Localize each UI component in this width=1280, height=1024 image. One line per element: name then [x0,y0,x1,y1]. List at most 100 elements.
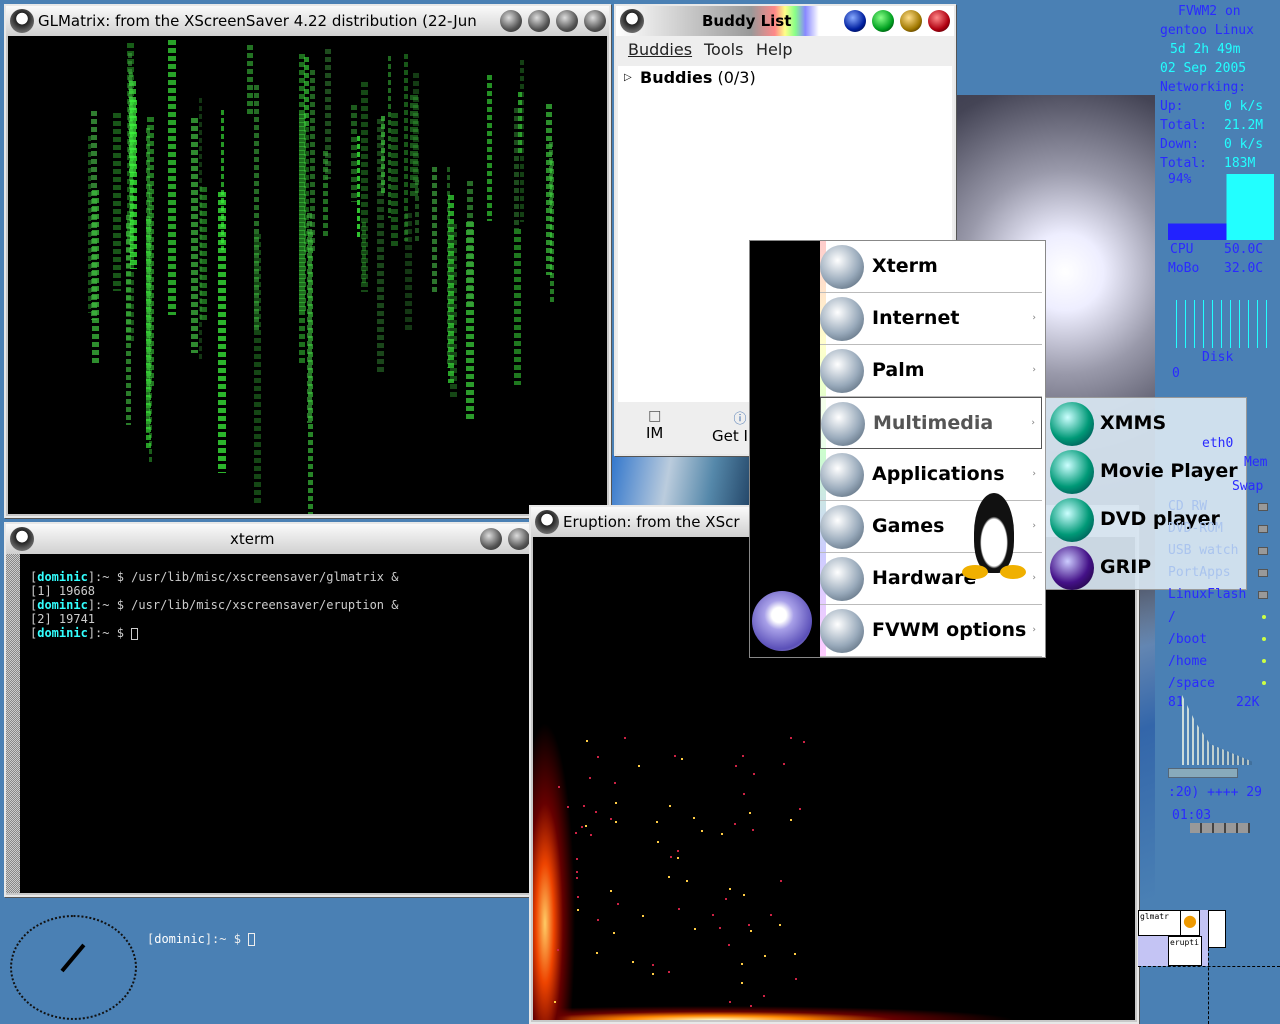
tux-icon[interactable] [620,9,644,33]
eruption-particle [615,801,617,804]
expander-icon[interactable]: ▷ [624,72,632,83]
xmms-volume-slider[interactable] [1168,768,1238,778]
xterm-titlebar[interactable]: xterm [6,524,532,554]
get-info-button[interactable]: ⓘ Get I [712,408,748,445]
maximize-button[interactable] [900,10,922,32]
eruption-particle [782,763,785,766]
eruption-particle [780,880,783,883]
eruption-particle [670,856,673,859]
tux-icon[interactable] [535,510,559,534]
mount-button[interactable] [1258,503,1268,511]
menu-item-internet[interactable]: Internet › [820,293,1042,345]
eruption-particle [575,857,578,860]
xmms-song-title: :20) ++++ 29 [1168,785,1262,800]
eruption-particle [616,903,619,906]
desktop-pager[interactable]: glmatr ● erupti [1138,910,1208,966]
pager-divider [1208,948,1209,1024]
buddies-group[interactable]: Buddies (0/3) [640,68,756,87]
xmms-controls[interactable] [1190,823,1250,833]
maximize-button[interactable] [556,10,578,32]
mount-button[interactable] [1258,569,1268,577]
eruption-particle [764,955,767,958]
eruption-particle [613,781,616,784]
eruption-particle [734,823,737,826]
menu-help[interactable]: Help [756,36,792,64]
prompt-symbol: :~ $ [95,598,132,612]
terminal-output[interactable]: [dominic]:~ $ /usr/lib/misc/xscreensaver… [20,554,530,893]
eruption-particle [743,793,746,796]
grip-icon [1050,546,1094,590]
eruption-particle [610,818,613,821]
eruption-particle [763,994,766,997]
iconify-button[interactable] [844,10,866,32]
pager-window-eruption[interactable]: erupti [1168,936,1202,966]
shade-button[interactable] [508,528,530,550]
im-button[interactable]: □ IM [646,408,663,442]
menu-item-fvwm-options[interactable]: FVWM options › [820,605,1042,657]
fvwm-icon [820,609,864,653]
iconify-button[interactable] [480,528,502,550]
close-button[interactable] [584,10,606,32]
iconify-button[interactable] [500,10,522,32]
glmatrix-window[interactable]: GLMatrix: from the XScreenSaver 4.22 dis… [4,4,611,518]
desktop-prompt[interactable]: [dominic]:~ $ [147,932,256,946]
eruption-particle [740,981,743,984]
pager-divider [1138,966,1280,967]
xterm-window[interactable]: xterm [dominic]:~ $ /usr/lib/misc/xscree… [4,522,534,897]
mount-label: PortApps [1168,565,1231,580]
multimedia-icon [821,402,865,446]
filesystem-label: / [1168,610,1176,625]
matrix-glyph-column [88,133,92,313]
eruption-particle [798,808,801,811]
tux-icon[interactable] [10,527,34,551]
matrix-glyph-column [356,133,361,240]
menu-tools[interactable]: Tools [704,36,743,64]
matrix-glyph-column [513,225,522,385]
scrollbar[interactable] [6,554,20,893]
status-dot-icon [1262,615,1266,619]
tux-icon[interactable] [10,9,34,33]
matrix-glyph-column [310,67,315,253]
matrix-glyph-column [130,97,137,270]
menu-item-label: Multimedia [873,412,994,434]
prompt-user: dominic [37,598,88,612]
clock-hand [60,943,86,973]
menu-buddies[interactable]: Buddies [628,36,692,64]
disk-zero: 0 [1172,366,1180,381]
menu-item-multimedia[interactable]: Multimedia › [820,397,1042,449]
shade-button[interactable] [872,10,894,32]
matrix-glyph-column [112,109,121,292]
xmms-icon [1050,402,1094,446]
eruption-particle [641,914,644,917]
mount-button[interactable] [1258,591,1268,599]
eruption-particle [712,913,715,916]
mount-button[interactable] [1258,547,1268,555]
hardware-icon [820,557,864,601]
eth0-label: eth0 [1202,436,1234,451]
eruption-particle [740,962,743,965]
eruption-particle [735,764,738,767]
up-label: Up: [1160,99,1184,114]
total-up-value: 21.2M [1224,118,1264,133]
eruption-particle [728,887,731,890]
menu-item-xterm[interactable]: Xterm [820,241,1042,293]
buddy-list-titlebar[interactable]: Buddy List [616,6,954,36]
menu-item-palm[interactable]: Palm › [820,345,1042,397]
filesystem-label: /home [1168,654,1208,669]
mount-button[interactable] [1258,525,1268,533]
eruption-particle [596,918,599,921]
matrix-glyph-column [191,114,198,354]
prompt-user: dominic [154,932,205,946]
pager-window-glmatrix[interactable]: glmatr [1138,910,1182,936]
up-value: 0 k/s [1224,99,1264,114]
shade-button[interactable] [528,10,550,32]
eruption-particle [686,879,689,882]
glmatrix-titlebar[interactable]: GLMatrix: from the XScreenSaver 4.22 dis… [6,6,609,36]
menu-item-label: Palm [872,359,925,381]
eruption-particle [677,850,680,853]
close-button[interactable] [928,10,950,32]
prompt-user: dominic [37,570,88,584]
eruption-particle [623,737,626,739]
cpu-temp: 50.0C [1224,242,1264,257]
submenu-arrow-icon: › [1032,365,1036,375]
